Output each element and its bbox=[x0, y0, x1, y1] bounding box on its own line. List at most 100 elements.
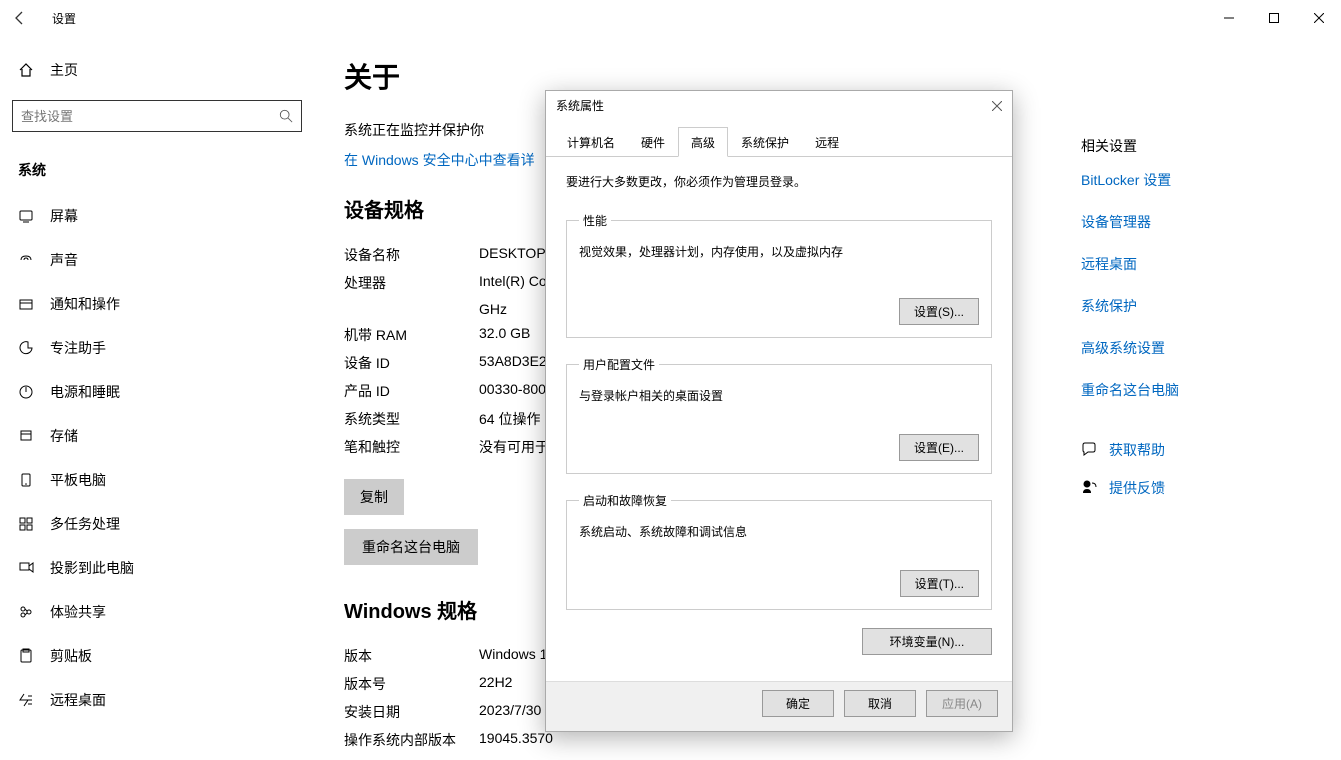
related-link-4[interactable]: 高级系统设置 bbox=[1081, 338, 1321, 358]
help-icon bbox=[1081, 441, 1109, 459]
user-profile-settings-button[interactable]: 设置(E)... bbox=[899, 434, 979, 461]
sidebar-item-7[interactable]: 多任务处理 bbox=[0, 502, 320, 546]
ok-button[interactable]: 确定 bbox=[762, 690, 834, 717]
get-help-link[interactable]: 获取帮助 bbox=[1081, 440, 1321, 460]
nav-label: 电源和睡眠 bbox=[50, 382, 120, 402]
nav-label: 通知和操作 bbox=[50, 294, 120, 314]
performance-legend: 性能 bbox=[579, 212, 611, 229]
performance-settings-button[interactable]: 设置(S)... bbox=[899, 298, 979, 325]
spec-key: 设备 ID bbox=[344, 353, 479, 373]
sidebar-item-10[interactable]: 剪贴板 bbox=[0, 634, 320, 678]
related-link-2[interactable]: 远程桌面 bbox=[1081, 254, 1321, 274]
settings-sidebar: 主页 系统 屏幕声音通知和操作专注助手电源和睡眠存储平板电脑多任务处理投影到此电… bbox=[0, 36, 320, 760]
nav-label: 多任务处理 bbox=[50, 514, 120, 534]
settings-titlebar: 设置 bbox=[0, 0, 1341, 36]
rename-pc-button[interactable]: 重命名这台电脑 bbox=[344, 529, 478, 565]
related-link-1[interactable]: 设备管理器 bbox=[1081, 212, 1321, 232]
get-help-label: 获取帮助 bbox=[1109, 440, 1165, 460]
sidebar-item-11[interactable]: 远程桌面 bbox=[0, 678, 320, 722]
sidebar-home-label: 主页 bbox=[50, 60, 78, 80]
close-icon bbox=[992, 101, 1002, 111]
user-profile-legend: 用户配置文件 bbox=[579, 356, 659, 373]
startup-recovery-desc: 系统启动、系统故障和调试信息 bbox=[579, 523, 979, 540]
system-properties-dialog: 系统属性 计算机名硬件高级系统保护远程 要进行大多数更改，你必须作为管理员登录。… bbox=[545, 90, 1013, 732]
performance-desc: 视觉效果，处理器计划，内存使用，以及虚拟内存 bbox=[579, 243, 979, 260]
nav-icon bbox=[16, 252, 36, 268]
nav-label: 投影到此电脑 bbox=[50, 558, 134, 578]
startup-recovery-legend: 启动和故障恢复 bbox=[579, 492, 671, 509]
dialog-tab-2[interactable]: 高级 bbox=[678, 127, 728, 157]
sidebar-section-title: 系统 bbox=[0, 152, 320, 194]
spec-value: 64 位操作 bbox=[479, 409, 540, 429]
nav-icon bbox=[16, 340, 36, 356]
nav-icon bbox=[16, 384, 36, 400]
arrow-left-icon bbox=[12, 10, 28, 26]
cancel-button[interactable]: 取消 bbox=[844, 690, 916, 717]
winspec-key: 版本号 bbox=[344, 674, 479, 694]
sidebar-item-9[interactable]: 体验共享 bbox=[0, 590, 320, 634]
related-link-3[interactable]: 系统保护 bbox=[1081, 296, 1321, 316]
nav-label: 专注助手 bbox=[50, 338, 106, 358]
environment-variables-button[interactable]: 环境变量(N)... bbox=[862, 628, 992, 655]
sidebar-item-4[interactable]: 电源和睡眠 bbox=[0, 370, 320, 414]
spec-key: 产品 ID bbox=[344, 381, 479, 401]
sidebar-item-8[interactable]: 投影到此电脑 bbox=[0, 546, 320, 590]
dialog-tab-3[interactable]: 系统保护 bbox=[728, 127, 802, 157]
spec-value: DESKTOP- bbox=[479, 245, 550, 265]
home-icon bbox=[16, 62, 36, 78]
spec-value: 没有可用于 bbox=[479, 437, 549, 457]
dialog-tab-0[interactable]: 计算机名 bbox=[554, 127, 628, 157]
nav-icon bbox=[16, 648, 36, 664]
winspec-value: Windows 1 bbox=[479, 646, 547, 666]
sidebar-item-5[interactable]: 存储 bbox=[0, 414, 320, 458]
sidebar-home[interactable]: 主页 bbox=[0, 50, 320, 90]
user-profile-desc: 与登录帐户相关的桌面设置 bbox=[579, 387, 979, 404]
nav-icon bbox=[16, 560, 36, 576]
nav-icon bbox=[16, 296, 36, 312]
related-link-0[interactable]: BitLocker 设置 bbox=[1081, 170, 1321, 190]
winspec-value: 19045.3570 bbox=[479, 730, 553, 750]
winspec-row: 操作系统内部版本19045.3570 bbox=[344, 730, 1041, 750]
spec-key: 设备名称 bbox=[344, 245, 479, 265]
close-icon bbox=[1314, 13, 1324, 23]
minimize-button[interactable] bbox=[1206, 3, 1251, 33]
search-input-wrap[interactable] bbox=[12, 100, 302, 132]
feedback-link[interactable]: 提供反馈 bbox=[1081, 478, 1321, 498]
back-button[interactable] bbox=[0, 0, 40, 36]
spec-key: 机带 RAM bbox=[344, 325, 479, 345]
related-link-5[interactable]: 重命名这台电脑 bbox=[1081, 380, 1321, 400]
spec-key: 系统类型 bbox=[344, 409, 479, 429]
apply-button[interactable]: 应用(A) bbox=[926, 690, 998, 717]
spec-value: GHz bbox=[479, 301, 507, 317]
nav-label: 存储 bbox=[50, 426, 78, 446]
feedback-icon bbox=[1081, 479, 1109, 497]
dialog-tab-4[interactable]: 远程 bbox=[802, 127, 852, 157]
nav-icon bbox=[16, 692, 36, 708]
dialog-close-button[interactable] bbox=[992, 101, 1002, 111]
spec-key: 处理器 bbox=[344, 273, 479, 293]
copy-button[interactable]: 复制 bbox=[344, 479, 404, 515]
sidebar-item-2[interactable]: 通知和操作 bbox=[0, 282, 320, 326]
spec-value: 00330-800 bbox=[479, 381, 546, 401]
related-settings-heading: 相关设置 bbox=[1081, 136, 1321, 156]
admin-note: 要进行大多数更改，你必须作为管理员登录。 bbox=[566, 173, 992, 190]
nav-label: 远程桌面 bbox=[50, 690, 106, 710]
nav-label: 平板电脑 bbox=[50, 470, 106, 490]
dialog-title: 系统属性 bbox=[556, 97, 604, 114]
spec-key: 笔和触控 bbox=[344, 437, 479, 457]
nav-label: 剪贴板 bbox=[50, 646, 92, 666]
startup-recovery-settings-button[interactable]: 设置(T)... bbox=[900, 570, 979, 597]
search-input[interactable] bbox=[21, 109, 279, 124]
sidebar-item-6[interactable]: 平板电脑 bbox=[0, 458, 320, 502]
maximize-icon bbox=[1269, 13, 1279, 23]
sidebar-item-0[interactable]: 屏幕 bbox=[0, 194, 320, 238]
spec-value: Intel(R) Co bbox=[479, 273, 547, 293]
maximize-button[interactable] bbox=[1251, 3, 1296, 33]
close-button[interactable] bbox=[1296, 3, 1341, 33]
spec-key bbox=[344, 301, 479, 317]
sidebar-item-1[interactable]: 声音 bbox=[0, 238, 320, 282]
dialog-tab-1[interactable]: 硬件 bbox=[628, 127, 678, 157]
sidebar-item-3[interactable]: 专注助手 bbox=[0, 326, 320, 370]
search-icon bbox=[279, 109, 293, 123]
winspec-key: 版本 bbox=[344, 646, 479, 666]
